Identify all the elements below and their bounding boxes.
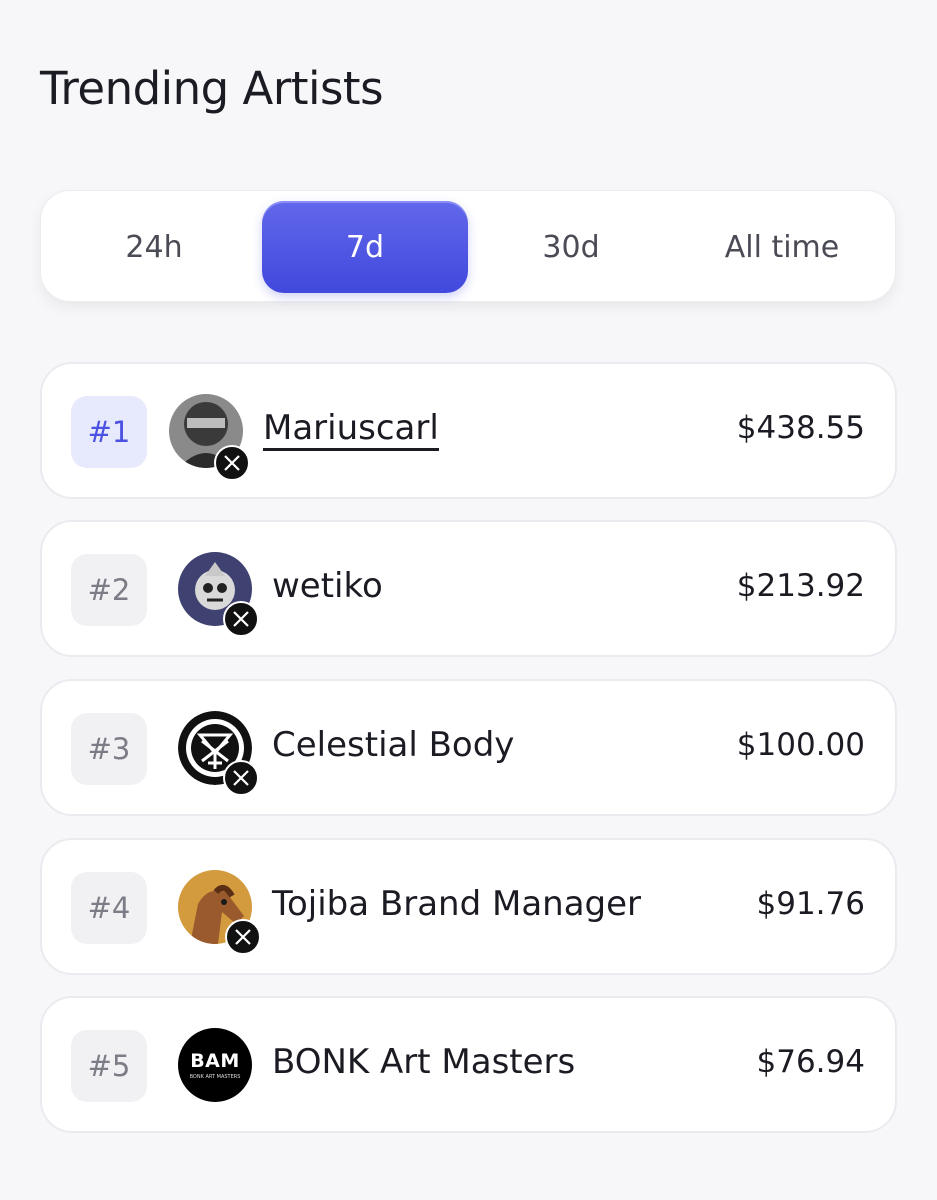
tab-7d[interactable]: 7d bbox=[262, 201, 468, 293]
artist-row[interactable]: #4 Tojiba Brand Manager $91.76 bbox=[40, 838, 897, 975]
rank-badge: #5 bbox=[71, 1030, 147, 1102]
rank-badge: #3 bbox=[71, 713, 147, 785]
avatar[interactable]: BAM BONK ART MASTERS bbox=[178, 1028, 252, 1102]
artist-amount: $438.55 bbox=[736, 410, 865, 446]
artist-amount: $100.00 bbox=[736, 727, 865, 763]
page-title: Trending Artists bbox=[40, 62, 384, 115]
artist-name: Tojiba Brand Manager bbox=[272, 884, 642, 924]
bam-logo-subtext: BONK ART MASTERS bbox=[189, 1074, 241, 1080]
artist-amount: $91.76 bbox=[756, 886, 865, 922]
artist-row[interactable]: #2 wetiko $213.92 bbox=[40, 520, 897, 657]
artist-amount: $76.94 bbox=[756, 1044, 865, 1080]
artist-row[interactable]: #1 Mariuscarl $438.55 bbox=[40, 362, 897, 499]
tab-24h[interactable]: 24h bbox=[51, 201, 257, 293]
x-logo-icon bbox=[225, 919, 261, 955]
rank-badge: #4 bbox=[71, 872, 147, 944]
artist-name: Celestial Body bbox=[272, 725, 515, 765]
artist-name: wetiko bbox=[272, 566, 383, 606]
artist-name-link[interactable]: Mariuscarl bbox=[263, 408, 439, 451]
bam-logo-text: BAM bbox=[190, 1050, 240, 1072]
tab-30d[interactable]: 30d bbox=[468, 201, 674, 293]
x-logo-icon bbox=[223, 760, 259, 796]
artist-row[interactable]: #3 Celestial Body $100.00 bbox=[40, 679, 897, 816]
x-logo-icon bbox=[214, 445, 250, 481]
rank-badge: #1 bbox=[71, 396, 147, 468]
artist-name: BONK Art Masters bbox=[272, 1042, 576, 1082]
artist-amount: $213.92 bbox=[736, 568, 865, 604]
time-range-tabs: 24h 7d 30d All time bbox=[40, 190, 896, 302]
rank-badge: #2 bbox=[71, 554, 147, 626]
tab-all-time[interactable]: All time bbox=[679, 201, 885, 293]
x-logo-icon bbox=[223, 601, 259, 637]
artist-row[interactable]: #5 BAM BONK ART MASTERS BONK Art Masters… bbox=[40, 996, 897, 1133]
